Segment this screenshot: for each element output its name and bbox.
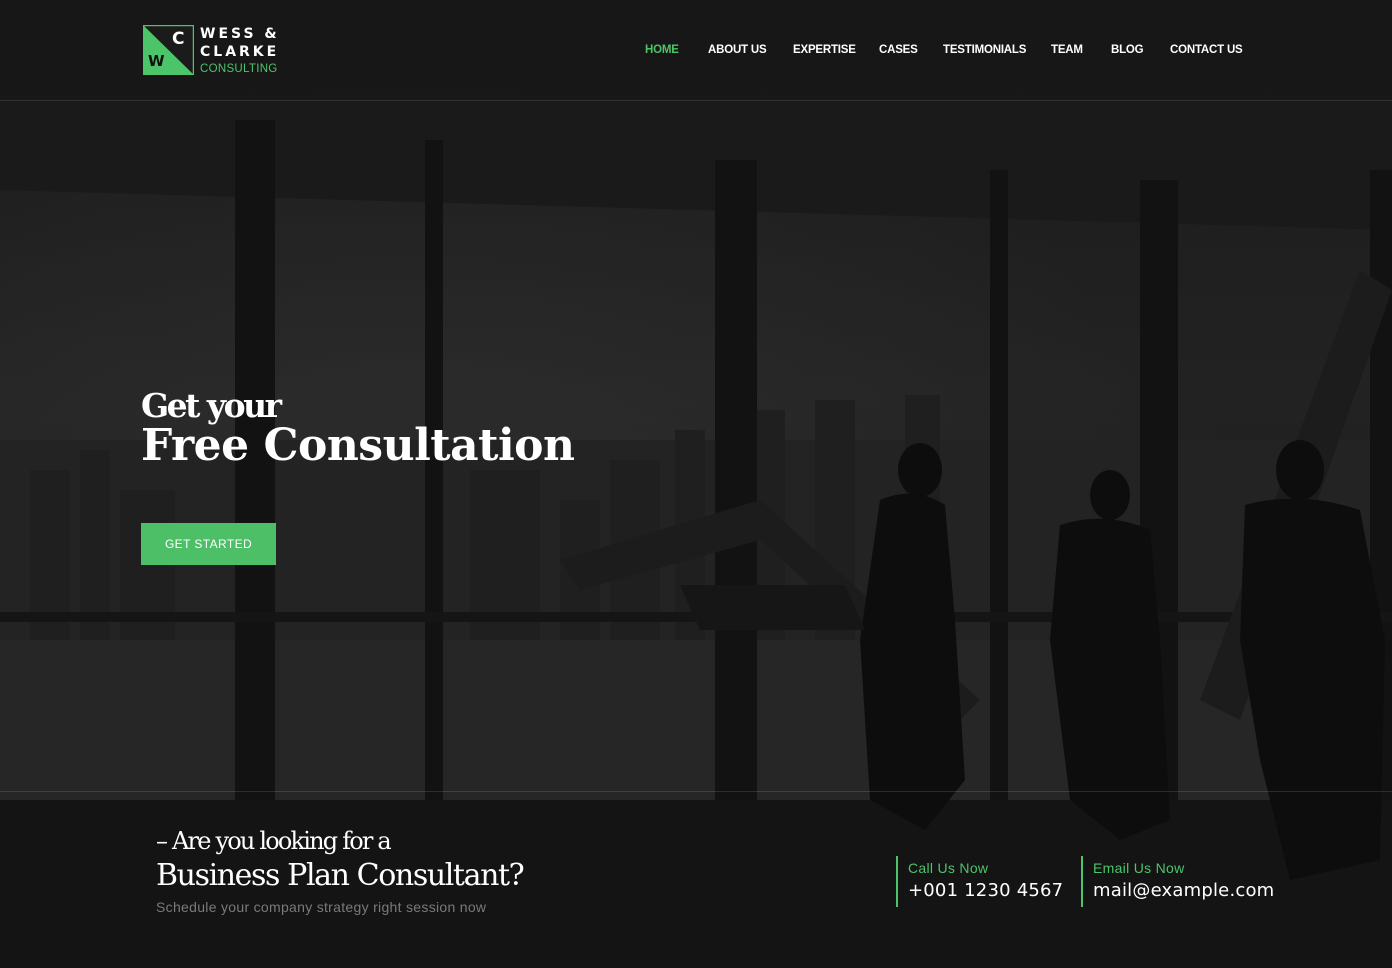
nav-item-testimonials[interactable]: TESTIMONIALS [943,44,1026,56]
section-divider [0,791,1392,792]
nav-item-about-us[interactable]: ABOUT US [708,44,767,56]
logo-letter-w: W [148,52,165,70]
phone-number-link[interactable]: +001 1230 4567 [908,880,1063,901]
hero-background-image [0,0,1392,968]
nav-item-team[interactable]: TEAM [1051,44,1083,56]
bottom-title: Business Plan Consultant? [156,858,525,893]
nav-item-home[interactable]: HOME [645,44,679,56]
logo-wordmark: WESS & CLARKE CONSULTING [200,26,280,75]
email-us-block: Email Us Now mail@example.com [1081,856,1274,907]
email-address-link[interactable]: mail@example.com [1093,880,1274,901]
get-started-button[interactable]: GET STARTED [141,523,276,565]
office-silhouette-illustration [0,0,1392,968]
email-us-label: Email Us Now [1093,860,1185,876]
nav-item-expertise[interactable]: EXPERTISE [793,44,856,56]
site-header: C W WESS & CLARKE CONSULTING HOME ABOUT … [0,0,1392,101]
nav-item-blog[interactable]: BLOG [1111,44,1144,56]
logo-line-2: CLARKE [200,43,280,60]
logo-line-3: CONSULTING [200,62,278,75]
nav-item-contact-us[interactable]: CONTACT US [1170,44,1243,56]
logo-mark-icon: C W [143,25,194,75]
bottom-subtitle: Schedule your company strategy right ses… [156,899,487,915]
brand-logo[interactable]: C W WESS & CLARKE CONSULTING [143,25,280,75]
bottom-pretitle: – Are you looking for a [156,827,392,855]
hero-title: Free Consultation [141,420,575,471]
call-us-label: Call Us Now [908,860,989,876]
call-us-block: Call Us Now +001 1230 4567 [896,856,1063,907]
logo-line-1: WESS & [200,25,280,42]
logo-letter-c: C [172,29,185,49]
nav-item-cases[interactable]: CASES [879,44,918,56]
